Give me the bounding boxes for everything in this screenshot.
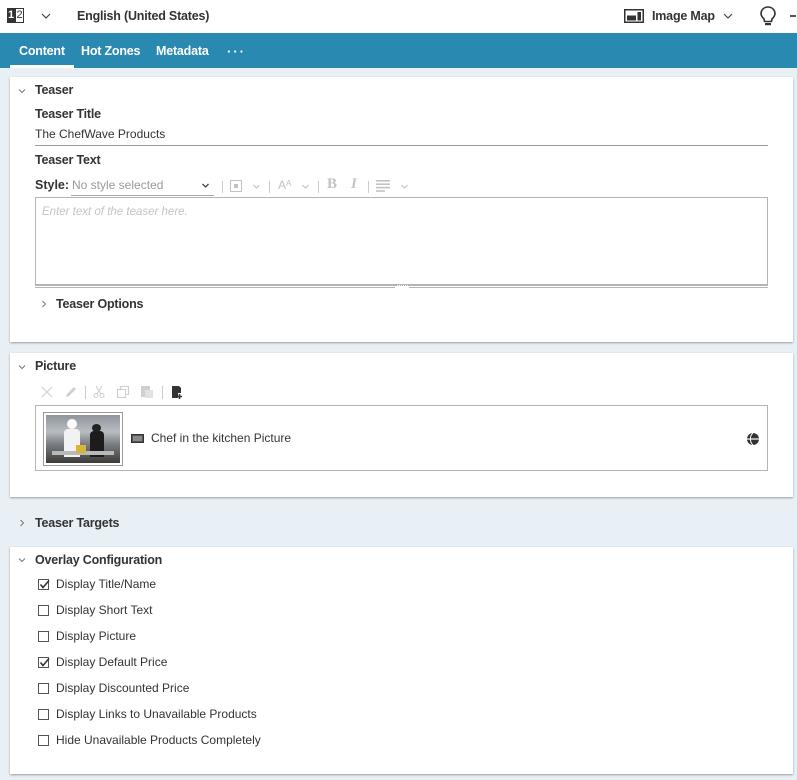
overlay-option-label: Display Short Text (56, 603, 153, 617)
chevron-down-icon[interactable] (17, 86, 27, 96)
checkmark-icon (39, 579, 50, 589)
checkmark-icon (39, 657, 50, 667)
checkbox-unchecked[interactable] (38, 682, 49, 694)
chevron-down-icon[interactable] (17, 362, 27, 372)
overlay-option-row[interactable]: Display Default Price (38, 655, 167, 669)
tab-hot-zones[interactable]: Hot Zones (81, 44, 141, 58)
toolbar-divider (269, 181, 270, 193)
toolbar-divider (85, 386, 86, 399)
overflow-icon[interactable] (790, 15, 796, 17)
toolbar-divider (162, 386, 163, 399)
chevron-down-icon (202, 183, 209, 188)
teaser-targets-header[interactable]: Teaser Targets (35, 516, 119, 530)
toolbar-divider (318, 181, 319, 193)
overlay-option-row[interactable]: Display Title/Name (38, 577, 156, 591)
resize-handle[interactable] (395, 285, 409, 289)
teaser-title-input[interactable]: The ChefWave Products (35, 127, 165, 141)
overlay-option-row[interactable]: Display Picture (38, 629, 136, 643)
overlay-option-row[interactable]: Display Links to Unavailable Products (38, 707, 257, 721)
chevron-right-icon[interactable] (39, 299, 49, 309)
italic-icon[interactable]: I (351, 176, 357, 193)
overlay-option-row[interactable]: Display Discounted Price (38, 681, 189, 695)
picture-type-icon (131, 434, 144, 443)
checkbox-checked[interactable] (38, 656, 50, 668)
overlay-option-label: Display Links to Unavailable Products (56, 707, 257, 721)
copy-icon[interactable] (116, 385, 130, 399)
teaser-title-label: Teaser Title (35, 107, 101, 121)
document-type-label[interactable]: Image Map (652, 9, 715, 23)
chevron-down-icon[interactable] (40, 10, 52, 22)
teaser-panel: Teaser Teaser Title The ChefWave Product… (10, 77, 793, 342)
tab-metadata[interactable]: Metadata (156, 44, 209, 58)
locale-digit-1: 1 (7, 8, 15, 23)
toolbar-divider (368, 181, 369, 193)
overlay-configuration-header[interactable]: Overlay Configuration (35, 553, 162, 567)
bold-icon[interactable]: B (327, 176, 337, 193)
teaser-title-underline (35, 145, 768, 146)
chevron-down-icon[interactable] (17, 555, 27, 565)
overlay-option-label: Display Picture (56, 629, 137, 643)
style-select[interactable]: No style selected (71, 178, 214, 196)
picture-header[interactable]: Picture (35, 359, 76, 373)
checkbox-unchecked[interactable] (38, 734, 49, 746)
teaser-targets-section: Teaser Targets (10, 508, 793, 538)
more-tabs-button[interactable]: ··· (227, 44, 246, 59)
overlay-option-label: Hide Unavailable Products Completely (56, 733, 261, 747)
style-select-value: No style selected (72, 178, 164, 192)
block-format-icon[interactable] (230, 180, 242, 192)
chevron-down-icon[interactable] (252, 182, 261, 191)
chef-kitchen-image (46, 415, 120, 463)
cut-icon[interactable] (92, 385, 106, 399)
tab-content[interactable]: Content (10, 44, 74, 68)
checkbox-checked[interactable] (38, 578, 50, 590)
top-bar: 1 2 English (United States) Image Map (0, 0, 797, 33)
checkbox-unchecked[interactable] (38, 630, 49, 642)
chevron-right-icon[interactable] (17, 518, 27, 528)
font-size-icon[interactable]: Aᴬ (278, 178, 291, 192)
overlay-option-label: Display Discounted Price (56, 681, 190, 695)
checkbox-unchecked[interactable] (38, 604, 49, 616)
add-from-library-icon[interactable] (170, 385, 184, 399)
picture-name[interactable]: Chef in the kitchen Picture (151, 431, 291, 445)
align-icon[interactable] (376, 180, 390, 192)
globe-icon (747, 432, 759, 446)
paste-icon[interactable] (140, 385, 154, 399)
chevron-down-icon[interactable] (301, 182, 310, 191)
overlay-configuration-panel: Overlay Configuration Display Title/Name… (10, 547, 793, 774)
overlay-option-row[interactable]: Display Short Text (38, 603, 153, 617)
teaser-options-toggle[interactable]: Teaser Options (56, 297, 143, 311)
language-label[interactable]: English (United States) (77, 9, 209, 23)
picture-panel: Picture Chef in the kitchen Picture (10, 353, 793, 497)
edit-icon[interactable] (64, 385, 78, 399)
picture-link-item[interactable]: Chef in the kitchen Picture (35, 405, 768, 471)
locale-digit-2: 2 (15, 8, 24, 23)
image-map-icon (624, 9, 644, 23)
language-locale-icon[interactable]: 1 2 (7, 8, 24, 23)
remove-icon[interactable] (40, 385, 54, 399)
teaser-header[interactable]: Teaser (35, 83, 73, 97)
picture-thumbnail[interactable] (43, 412, 123, 466)
chevron-down-icon[interactable] (400, 182, 409, 191)
teaser-text-placeholder: Enter text of the teaser here. (42, 206, 188, 218)
teaser-text-label: Teaser Text (35, 153, 101, 167)
checkbox-unchecked[interactable] (38, 708, 49, 720)
overlay-option-label: Display Default Price (56, 655, 168, 669)
teaser-text-editor[interactable]: Enter text of the teaser here. (35, 197, 768, 289)
tab-bar: Content Hot Zones Metadata ··· (0, 33, 797, 68)
chevron-down-icon[interactable] (722, 10, 734, 22)
lightbulb-icon[interactable] (758, 5, 778, 27)
overlay-option-row[interactable]: Hide Unavailable Products Completely (38, 733, 261, 747)
overlay-option-label: Display Title/Name (56, 577, 157, 591)
style-label: Style: (35, 178, 70, 192)
toolbar-divider (222, 181, 223, 193)
